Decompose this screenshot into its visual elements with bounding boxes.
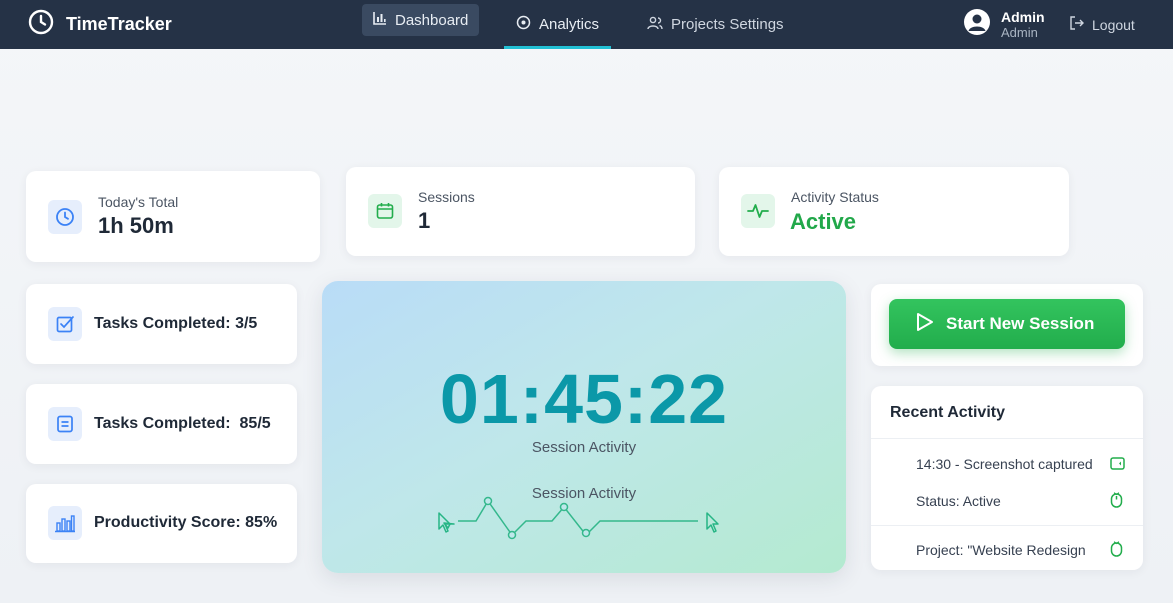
start-new-session-button[interactable]: Start New Session (889, 299, 1125, 349)
check-square-icon (48, 307, 82, 341)
pulse-icon (741, 194, 775, 228)
activity-status-value: Active (790, 209, 857, 234)
sessions-label: Sessions (418, 189, 475, 205)
calendar-icon (368, 194, 402, 228)
logout-button[interactable]: Logout (1070, 0, 1135, 49)
user-role: Admin (1001, 24, 1038, 40)
user-menu[interactable]: Admin Admin (963, 0, 1045, 49)
tab-analytics-label: Analytics (538, 16, 600, 33)
timer-display: 01:45:22 (439, 360, 729, 438)
target-icon (516, 15, 531, 34)
tab-projects-settings[interactable]: Projects Settings (647, 0, 784, 49)
today-total-value: 1h 50m (98, 213, 174, 238)
today-total-label: Today's Total (98, 194, 179, 210)
clock-icon (48, 200, 82, 234)
users-icon (647, 16, 663, 34)
recent-activity-title: Recent Activity (890, 404, 1005, 421)
clock-icon (28, 9, 54, 40)
recent-activity-item: Status: Active (916, 493, 1001, 509)
divider (871, 438, 1143, 439)
productivity-score-card: Productivity Score: 85% (26, 484, 297, 563)
tasks-completed-label-2: Tasks Completed: 85/5 (94, 415, 271, 432)
productivity-score-label: Productivity Score: 85% (94, 514, 278, 531)
activity-status-card: Activity Status Active (719, 167, 1069, 256)
recent-activity-item: Project: "Website Redesign (916, 542, 1086, 558)
tasks-completed-label: Tasks Completed: 3/5 (94, 315, 258, 332)
divider (871, 525, 1143, 526)
activity-sparkline (438, 496, 719, 540)
mouse-icon[interactable] (1110, 541, 1123, 562)
sessions-value: 1 (418, 208, 431, 233)
activity-status-label: Activity Status (791, 189, 879, 205)
bar-chart-icon (48, 506, 82, 540)
avatar (963, 8, 991, 41)
tab-projects-settings-label: Projects Settings (671, 16, 784, 33)
tasks-completed-card-2: Tasks Completed: 85/5 (26, 384, 297, 464)
recent-activity-item: 14:30 - Screenshot captured (916, 456, 1093, 472)
brand[interactable]: TimeTracker (28, 0, 172, 49)
tab-dashboard[interactable]: Dashboard (362, 4, 480, 36)
logout-label: Logout (1092, 16, 1135, 33)
top-navbar: TimeTracker Dashboard Analytics Projects… (0, 0, 1173, 49)
tab-analytics[interactable]: Analytics (504, 0, 611, 49)
today-total-card: Today's Total 1h 50m (26, 171, 320, 262)
sessions-card: Sessions 1 (346, 167, 695, 256)
session-timer-panel: 01:45:22 Session Activity Session Activi… (322, 281, 846, 573)
list-icon (48, 407, 82, 441)
app-name: TimeTracker (66, 14, 172, 34)
mouse-icon[interactable] (1110, 492, 1123, 513)
timer-caption: Session Activity (531, 439, 637, 456)
user-name: Admin (1001, 8, 1045, 25)
bar-chart-icon (373, 11, 387, 29)
cursor-icon-right (706, 512, 719, 533)
logout-icon (1070, 16, 1084, 33)
start-new-session-label: Start New Session (946, 314, 1095, 333)
recent-activity-panel: Recent Activity 14:30 - Screenshot captu… (871, 386, 1143, 570)
camera-icon[interactable] (1110, 456, 1125, 475)
play-icon (916, 312, 934, 337)
tab-dashboard-label: Dashboard (395, 11, 469, 29)
tasks-completed-card: Tasks Completed: 3/5 (26, 284, 297, 364)
